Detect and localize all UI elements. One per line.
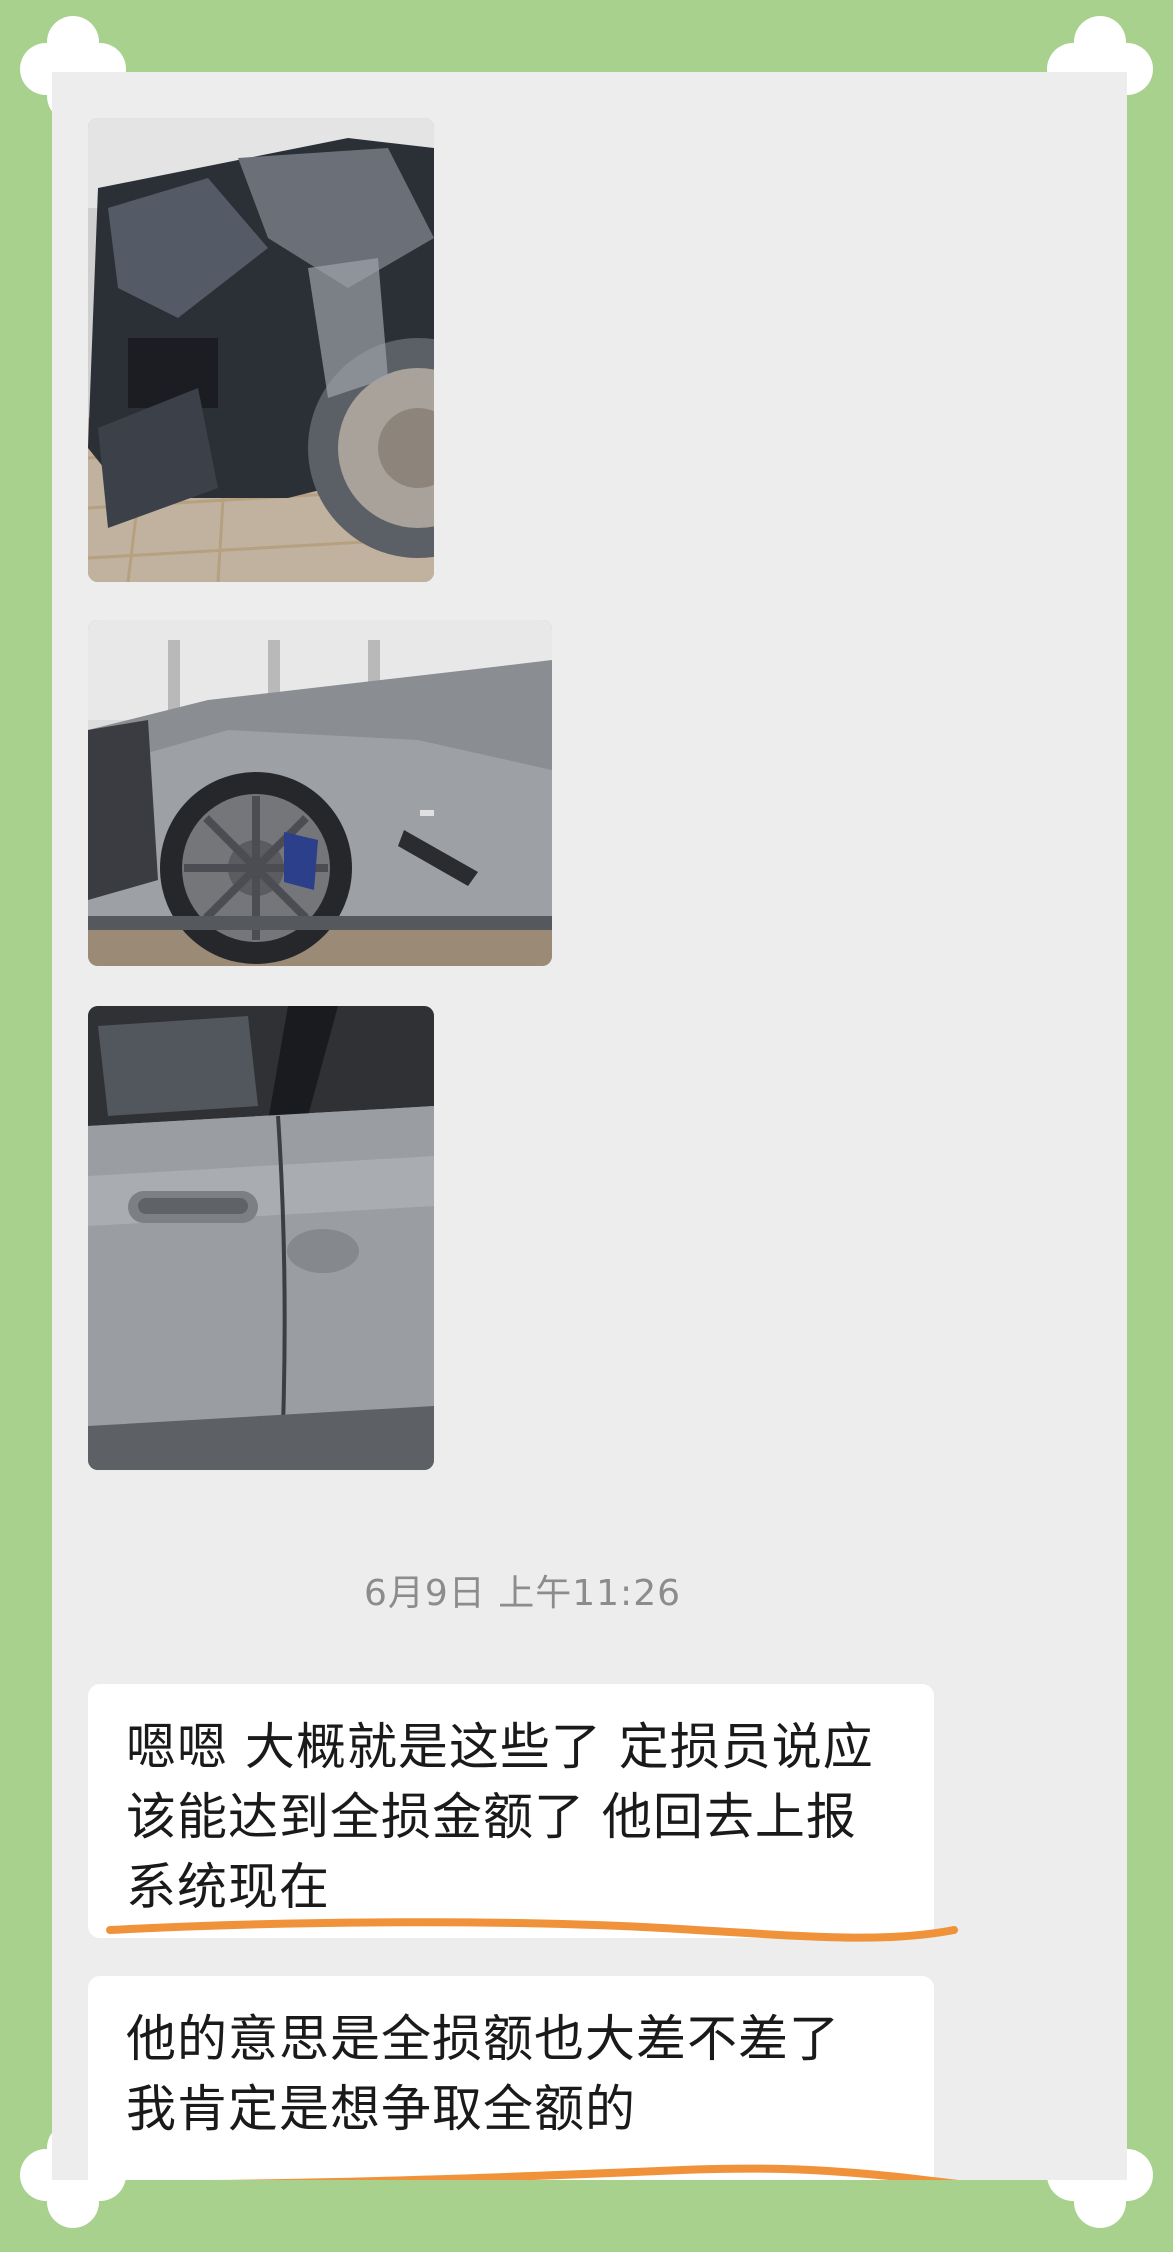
message-text: 他的意思是全损额也大差不差了 我肯定是想争取全额的 [126,2010,840,2138]
message-timestamp: 6月9日 上午11:26 [364,1573,681,1614]
message-text: 嗯嗯 大概就是这些了 定损员说应该能达到全损金额了 他回去上报系统现在 [126,1718,874,1916]
dented-door-photo[interactable] [88,1006,434,1470]
message-bubble[interactable]: 他的意思是全损额也大差不差了 我肯定是想争取全额的 [88,1976,934,2180]
damaged-fender-wheel-photo[interactable] [88,620,552,966]
chat-conversation-panel[interactable]: 6月9日 上午11:26 嗯嗯 大概就是这些了 定损员说应该能达到全损金额了 他… [52,72,1127,2180]
message-bubble[interactable]: 嗯嗯 大概就是这些了 定损员说应该能达到全损金额了 他回去上报系统现在 [88,1684,934,1938]
damaged-front-end-photo[interactable] [88,118,434,582]
